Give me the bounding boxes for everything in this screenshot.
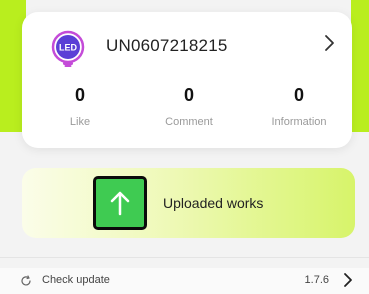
divider xyxy=(0,257,369,258)
profile-card[interactable]: LED UN0607218215 0 Like 0 Comment 0 Info… xyxy=(22,12,352,148)
uploaded-works-button[interactable]: Uploaded works xyxy=(22,168,355,238)
stat-like[interactable]: 0 Like xyxy=(25,82,135,128)
avatar[interactable]: LED xyxy=(49,30,87,68)
chevron-right-icon[interactable] xyxy=(343,272,353,293)
stat-like-value: 0 xyxy=(74,85,85,105)
version-text: 1.7.6 xyxy=(304,274,329,286)
upload-arrow-icon xyxy=(93,176,147,230)
stat-like-label: Like xyxy=(69,116,91,128)
refresh-icon xyxy=(20,274,32,292)
stat-information[interactable]: 0 Information xyxy=(244,82,354,128)
stat-comment-label: Comment xyxy=(165,116,213,128)
stat-information-value: 0 xyxy=(293,85,304,105)
avatar-text: LED xyxy=(59,43,78,53)
stat-comment-value: 0 xyxy=(183,85,194,105)
led-bulb-icon: LED xyxy=(51,30,85,67)
stats-row: 0 Like 0 Comment 0 Information xyxy=(22,82,352,142)
chevron-right-icon[interactable] xyxy=(324,34,336,57)
stat-information-label: Information xyxy=(271,116,327,128)
check-update-label: Check update xyxy=(42,274,110,286)
check-update-row[interactable]: Check update 1.7.6 xyxy=(0,268,369,294)
uploaded-works-label: Uploaded works xyxy=(163,195,264,211)
username: UN0607218215 xyxy=(106,36,228,55)
stat-comment[interactable]: 0 Comment xyxy=(134,82,244,128)
